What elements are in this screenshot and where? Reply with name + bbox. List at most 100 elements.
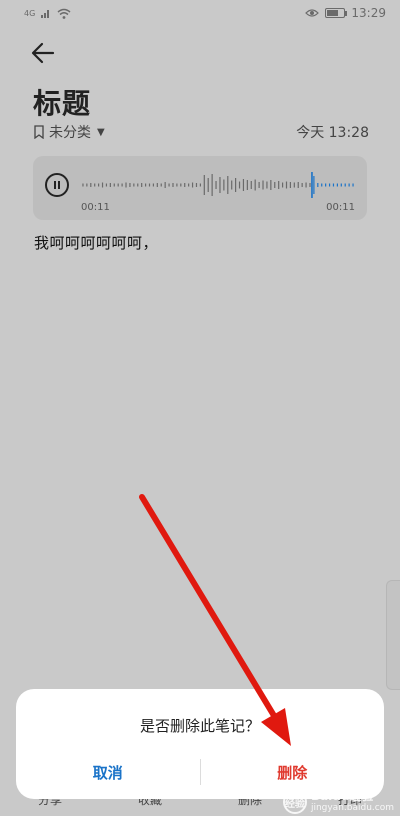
watermark-badge: 经验 <box>282 790 307 814</box>
waveform-bar <box>227 176 229 194</box>
note-meta-row: 未分类 ▼ 今天 13:28 <box>33 121 369 143</box>
waveform-bar <box>278 181 280 189</box>
status-time: 13:29 <box>351 6 386 20</box>
waveform-bar <box>152 183 155 187</box>
waveform-bar <box>332 183 335 187</box>
waveform-bar <box>94 183 96 187</box>
waveform-bar <box>180 183 182 187</box>
delete-button[interactable]: 删除 <box>201 762 385 783</box>
waveform-bar <box>325 183 327 187</box>
waveform-bar <box>258 182 260 188</box>
waveform-bar <box>344 183 346 187</box>
waveform-bar <box>160 183 162 187</box>
waveform-bar <box>156 183 158 187</box>
waveform-bar <box>254 179 256 191</box>
waveform-bar <box>328 183 331 187</box>
audio-duration: 00:11 <box>326 202 355 213</box>
audio-waveform[interactable] <box>81 170 355 200</box>
side-drawer-handle[interactable] <box>386 580 400 690</box>
wifi-icon <box>57 8 71 19</box>
waveform-bar <box>266 181 268 189</box>
pause-button[interactable] <box>45 173 69 197</box>
signal-indicator: 4G <box>24 8 36 18</box>
waveform-bar <box>238 181 241 189</box>
waveform-bar <box>172 183 174 187</box>
chevron-down-icon: ▼ <box>97 126 105 138</box>
audio-playhead[interactable] <box>311 172 313 198</box>
waveform-bar <box>117 183 119 187</box>
waveform-bar <box>125 182 127 188</box>
signal-bars-icon <box>41 10 50 18</box>
audio-player: 00:11 00:11 <box>33 156 367 220</box>
baidu-watermark: 经验 Baidu经验 jingyan.baidu.com <box>282 790 394 814</box>
waveform-bar <box>281 182 284 188</box>
waveform-bar <box>235 178 237 192</box>
waveform-bar <box>86 183 88 187</box>
battery-level <box>327 10 339 16</box>
waveform-bar <box>90 183 92 187</box>
waveform-bar <box>109 183 111 187</box>
waveform-bar <box>188 183 190 187</box>
waveform-bar <box>191 182 194 188</box>
note-datetime: 今天 13:28 <box>296 125 369 141</box>
waveform-bar <box>164 182 166 188</box>
waveform-bar <box>223 179 225 191</box>
waveform-bar <box>144 183 147 187</box>
waveform-bar <box>317 183 319 187</box>
waveform-bar <box>105 183 108 187</box>
waveform-bar <box>270 180 272 190</box>
waveform-bar <box>297 182 299 188</box>
eye-icon <box>305 9 320 17</box>
status-left: 4G <box>24 8 71 19</box>
waveform-bar <box>168 183 170 187</box>
watermark-subtitle: jingyan.baidu.com <box>310 803 394 813</box>
waveform-bar <box>141 183 143 187</box>
waveform-bar <box>246 180 248 190</box>
waveform-bar <box>321 183 323 187</box>
waveform-bar <box>336 183 338 187</box>
waveform-bar <box>242 179 245 191</box>
waveform-bar <box>352 183 354 187</box>
status-bar: 4G 13:29 <box>0 0 400 26</box>
category-selector[interactable]: 未分类 ▼ <box>33 122 105 142</box>
waveform-bar <box>250 181 252 189</box>
waveform-bar <box>340 183 342 187</box>
waveform-bar <box>133 183 135 187</box>
waveform-bar <box>82 183 84 187</box>
bookmark-icon <box>34 125 44 139</box>
cancel-button[interactable]: 取消 <box>16 762 200 783</box>
waveform-bar <box>101 182 104 188</box>
waveform-bar <box>129 183 131 187</box>
waveform-bar <box>113 183 115 187</box>
waveform-bar <box>148 183 151 187</box>
waveform-bar <box>195 183 198 187</box>
waveform-bar <box>137 183 139 187</box>
note-body-text[interactable]: 我呵呵呵呵呵呵， <box>34 232 158 253</box>
waveform-bar <box>301 183 303 187</box>
waveform-bar <box>231 180 233 190</box>
waveform-bar <box>98 183 100 187</box>
note-title[interactable]: 标题 <box>33 82 91 122</box>
waveform-bar <box>199 183 201 187</box>
waveform-bar <box>305 182 307 188</box>
waveform-bar <box>348 183 350 187</box>
dialog-message: 是否删除此笔记？ <box>139 717 260 735</box>
waveform-bar <box>262 180 264 190</box>
battery-icon <box>325 8 348 18</box>
watermark-text: Baidu经验 jingyan.baidu.com <box>311 790 394 814</box>
back-arrow-icon <box>31 42 55 64</box>
category-label: 未分类 <box>49 125 91 141</box>
waveform-bar <box>274 182 276 188</box>
waveform-bar <box>219 177 221 193</box>
waveform-bar <box>176 183 178 187</box>
waveform-bar <box>309 183 311 187</box>
waveform-bar <box>184 183 186 187</box>
waveform-bar <box>285 181 288 189</box>
waveform-bar <box>215 181 217 189</box>
back-button[interactable] <box>30 40 60 68</box>
watermark-title: Baidu经验 <box>310 789 374 803</box>
waveform-bar <box>289 182 292 188</box>
waveform-bar <box>313 176 315 194</box>
waveform-bar <box>207 178 209 192</box>
delete-confirm-dialog: 是否删除此笔记？ 取消 删除 <box>16 689 384 799</box>
